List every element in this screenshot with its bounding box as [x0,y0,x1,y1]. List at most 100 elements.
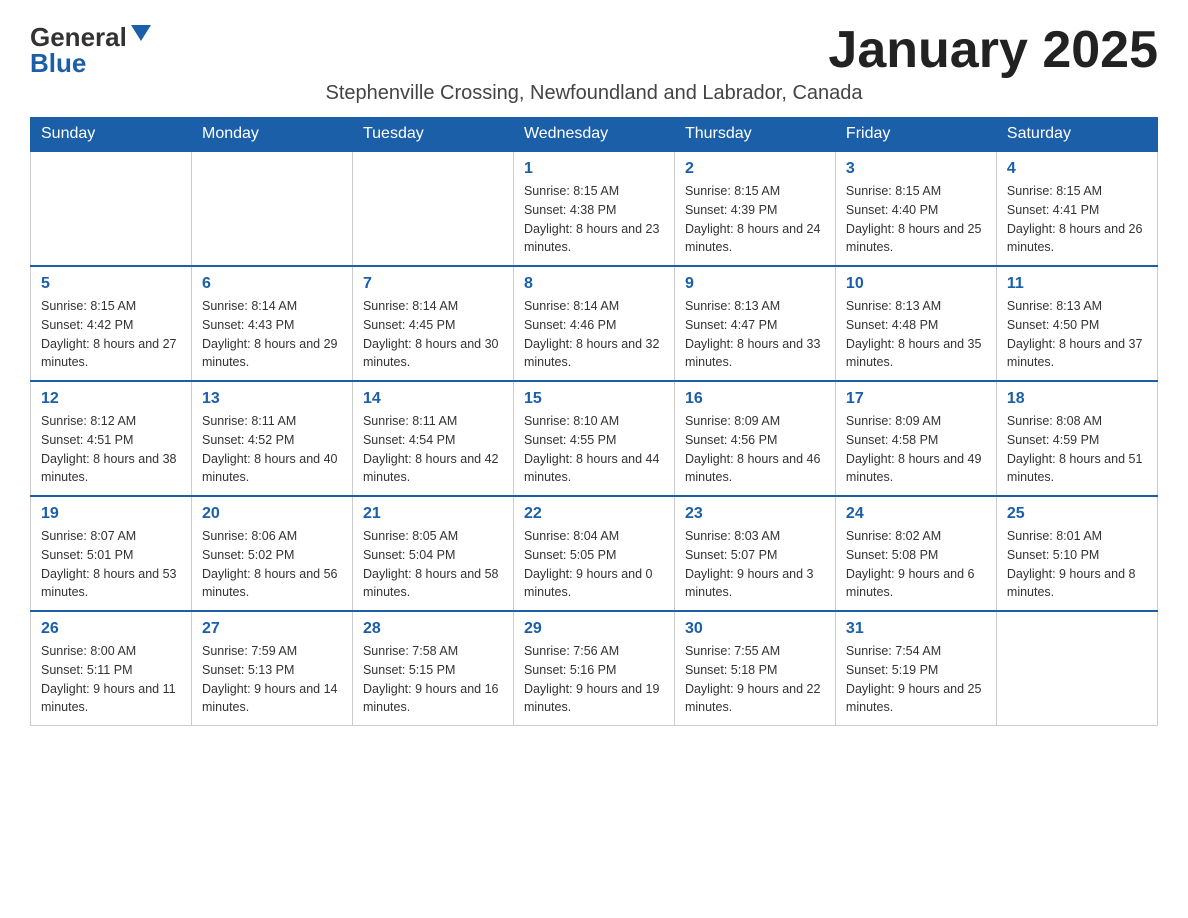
calendar-cell: 7 Sunrise: 8:14 AM Sunset: 4:45 PM Daylig… [352,266,513,381]
day-info: Sunrise: 8:11 AM Sunset: 4:54 PM Dayligh… [363,412,503,487]
calendar-cell: 27 Sunrise: 7:59 AM Sunset: 5:13 PM Dayli… [191,611,352,726]
logo-blue-text: Blue [30,50,86,76]
day-number: 30 [685,620,825,638]
day-number: 12 [41,390,181,408]
calendar-cell: 30Sunrise: 7:55 AM Sunset: 5:18 PM Dayli… [674,611,835,726]
day-info: Sunrise: 8:10 AM Sunset: 4:55 PM Dayligh… [524,412,664,487]
day-info: Sunrise: 8:04 AM Sunset: 5:05 PM Dayligh… [524,527,664,602]
day-info: Sunrise: 7:59 AM Sunset: 5:13 PM Dayligh… [202,642,342,717]
calendar-cell: 25Sunrise: 8:01 AM Sunset: 5:10 PM Dayli… [996,496,1157,611]
weekday-header-wednesday: Wednesday [513,117,674,152]
day-info: Sunrise: 8:12 AM Sunset: 4:51 PM Dayligh… [41,412,181,487]
day-info: Sunrise: 8:15 AM Sunset: 4:40 PM Dayligh… [846,182,986,257]
calendar-cell [31,152,192,267]
day-info: Sunrise: 8:03 AM Sunset: 5:07 PM Dayligh… [685,527,825,602]
weekday-header-row: SundayMondayTuesdayWednesdayThursdayFrid… [31,117,1158,152]
calendar-cell: 2Sunrise: 8:15 AM Sunset: 4:39 PM Daylig… [674,152,835,267]
day-info: Sunrise: 8:13 AM Sunset: 4:47 PM Dayligh… [685,297,825,372]
day-number: 20 [202,505,342,523]
day-info: Sunrise: 8:14 AM Sunset: 4:46 PM Dayligh… [524,297,664,372]
day-info: Sunrise: 8:15 AM Sunset: 4:39 PM Dayligh… [685,182,825,257]
weekday-header-tuesday: Tuesday [352,117,513,152]
calendar: SundayMondayTuesdayWednesdayThursdayFrid… [30,117,1158,726]
day-info: Sunrise: 8:08 AM Sunset: 4:59 PM Dayligh… [1007,412,1147,487]
day-number: 26 [41,620,181,638]
day-info: Sunrise: 8:00 AM Sunset: 5:11 PM Dayligh… [41,642,181,717]
month-title: January 2025 [828,24,1158,76]
day-info: Sunrise: 8:09 AM Sunset: 4:56 PM Dayligh… [685,412,825,487]
calendar-cell: 12 Sunrise: 8:12 AM Sunset: 4:51 PM Dayli… [31,381,192,496]
calendar-cell: 20 Sunrise: 8:06 AM Sunset: 5:02 PM Dayli… [191,496,352,611]
calendar-cell: 10Sunrise: 8:13 AM Sunset: 4:48 PM Dayli… [835,266,996,381]
calendar-cell: 19 Sunrise: 8:07 AM Sunset: 5:01 PM Dayli… [31,496,192,611]
day-info: Sunrise: 8:09 AM Sunset: 4:58 PM Dayligh… [846,412,986,487]
weekday-header-monday: Monday [191,117,352,152]
day-info: Sunrise: 8:15 AM Sunset: 4:38 PM Dayligh… [524,182,664,257]
day-info: Sunrise: 8:02 AM Sunset: 5:08 PM Dayligh… [846,527,986,602]
day-info: Sunrise: 8:11 AM Sunset: 4:52 PM Dayligh… [202,412,342,487]
day-number: 13 [202,390,342,408]
day-info: Sunrise: 8:06 AM Sunset: 5:02 PM Dayligh… [202,527,342,602]
weekday-header-saturday: Saturday [996,117,1157,152]
logo-triangle-icon [131,25,151,41]
header: General Blue January 2025 [30,24,1158,76]
day-info: Sunrise: 8:15 AM Sunset: 4:41 PM Dayligh… [1007,182,1147,257]
day-number: 28 [363,620,503,638]
day-info: Sunrise: 8:14 AM Sunset: 4:43 PM Dayligh… [202,297,342,372]
day-number: 17 [846,390,986,408]
day-number: 29 [524,620,664,638]
calendar-cell: 31Sunrise: 7:54 AM Sunset: 5:19 PM Dayli… [835,611,996,726]
day-info: Sunrise: 8:14 AM Sunset: 4:45 PM Dayligh… [363,297,503,372]
day-number: 23 [685,505,825,523]
calendar-cell: 24 Sunrise: 8:02 AM Sunset: 5:08 PM Dayli… [835,496,996,611]
day-number: 4 [1007,160,1147,178]
logo-general-text: General [30,24,127,50]
weekday-header-friday: Friday [835,117,996,152]
week-row-4: 19 Sunrise: 8:07 AM Sunset: 5:01 PM Dayli… [31,496,1158,611]
day-number: 14 [363,390,503,408]
day-info: Sunrise: 7:54 AM Sunset: 5:19 PM Dayligh… [846,642,986,717]
day-number: 18 [1007,390,1147,408]
calendar-cell: 26 Sunrise: 8:00 AM Sunset: 5:11 PM Dayli… [31,611,192,726]
calendar-cell [191,152,352,267]
day-info: Sunrise: 7:58 AM Sunset: 5:15 PM Dayligh… [363,642,503,717]
calendar-cell: 22 Sunrise: 8:04 AM Sunset: 5:05 PM Dayli… [513,496,674,611]
week-row-2: 5Sunrise: 8:15 AM Sunset: 4:42 PM Daylig… [31,266,1158,381]
calendar-cell: 21 Sunrise: 8:05 AM Sunset: 5:04 PM Dayli… [352,496,513,611]
day-number: 10 [846,275,986,293]
day-info: Sunrise: 8:15 AM Sunset: 4:42 PM Dayligh… [41,297,181,372]
calendar-cell: 13 Sunrise: 8:11 AM Sunset: 4:52 PM Dayli… [191,381,352,496]
calendar-cell: 15Sunrise: 8:10 AM Sunset: 4:55 PM Dayli… [513,381,674,496]
day-number: 7 [363,275,503,293]
calendar-cell: 4 Sunrise: 8:15 AM Sunset: 4:41 PM Daylig… [996,152,1157,267]
day-info: Sunrise: 8:01 AM Sunset: 5:10 PM Dayligh… [1007,527,1147,602]
day-number: 3 [846,160,986,178]
calendar-cell: 18 Sunrise: 8:08 AM Sunset: 4:59 PM Dayli… [996,381,1157,496]
day-number: 24 [846,505,986,523]
day-number: 6 [202,275,342,293]
day-number: 21 [363,505,503,523]
day-number: 16 [685,390,825,408]
day-number: 19 [41,505,181,523]
calendar-cell: 1 Sunrise: 8:15 AM Sunset: 4:38 PM Daylig… [513,152,674,267]
calendar-cell [352,152,513,267]
calendar-cell: 6 Sunrise: 8:14 AM Sunset: 4:43 PM Daylig… [191,266,352,381]
day-info: Sunrise: 8:07 AM Sunset: 5:01 PM Dayligh… [41,527,181,602]
calendar-cell: 14 Sunrise: 8:11 AM Sunset: 4:54 PM Dayli… [352,381,513,496]
calendar-cell: 23 Sunrise: 8:03 AM Sunset: 5:07 PM Dayli… [674,496,835,611]
weekday-header-sunday: Sunday [31,117,192,152]
day-info: Sunrise: 8:13 AM Sunset: 4:50 PM Dayligh… [1007,297,1147,372]
calendar-cell: 17 Sunrise: 8:09 AM Sunset: 4:58 PM Dayli… [835,381,996,496]
day-number: 22 [524,505,664,523]
day-number: 8 [524,275,664,293]
week-row-1: 1 Sunrise: 8:15 AM Sunset: 4:38 PM Daylig… [31,152,1158,267]
day-info: Sunrise: 8:05 AM Sunset: 5:04 PM Dayligh… [363,527,503,602]
day-number: 1 [524,160,664,178]
calendar-cell: 28 Sunrise: 7:58 AM Sunset: 5:15 PM Dayli… [352,611,513,726]
calendar-cell: 3 Sunrise: 8:15 AM Sunset: 4:40 PM Daylig… [835,152,996,267]
week-row-5: 26 Sunrise: 8:00 AM Sunset: 5:11 PM Dayli… [31,611,1158,726]
calendar-cell: 29Sunrise: 7:56 AM Sunset: 5:16 PM Dayli… [513,611,674,726]
day-number: 9 [685,275,825,293]
day-number: 27 [202,620,342,638]
calendar-cell: 8 Sunrise: 8:14 AM Sunset: 4:46 PM Daylig… [513,266,674,381]
